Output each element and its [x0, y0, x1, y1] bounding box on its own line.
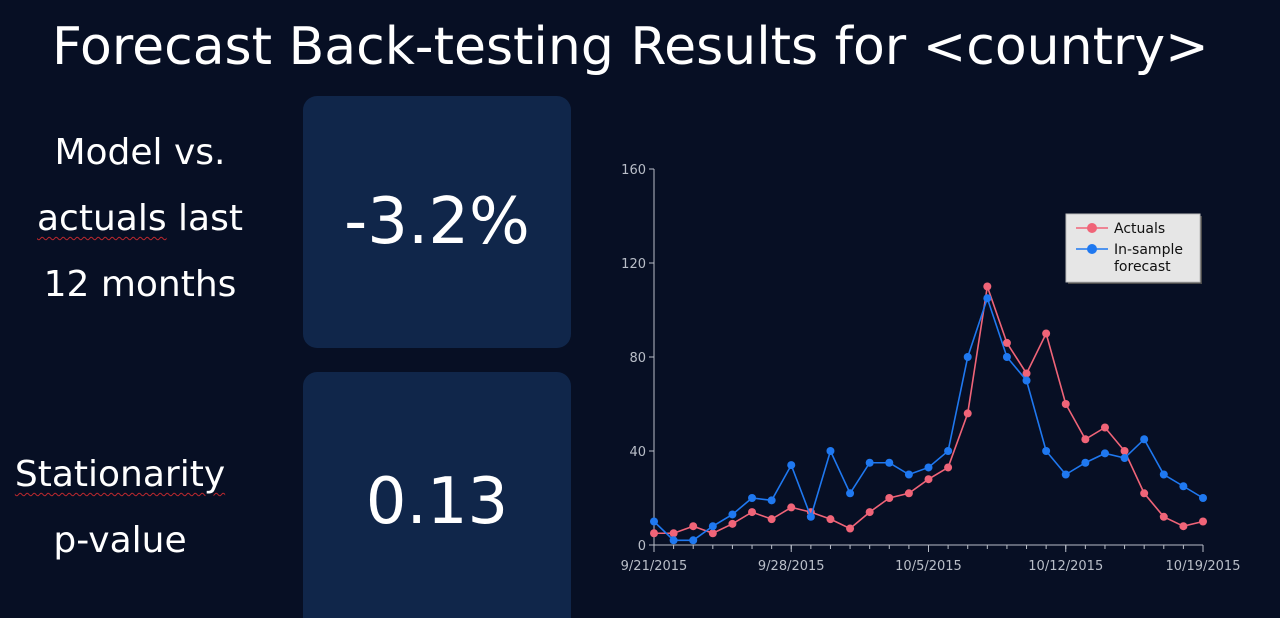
- metric-label-stationarity: Stationarity p-value: [0, 442, 240, 574]
- data-point-1: [1199, 494, 1207, 502]
- data-point-1: [748, 494, 757, 502]
- x-tick-label: 10/5/2015: [895, 559, 962, 574]
- slide: Forecast Back-testing Results for <count…: [0, 0, 1280, 618]
- data-point-0: [650, 529, 658, 538]
- data-point-0: [669, 529, 678, 538]
- data-point-0: [1159, 512, 1168, 521]
- data-point-0: [904, 489, 913, 498]
- data-point-0: [1042, 329, 1051, 338]
- series-line-1: [653, 295, 1204, 542]
- data-point-1: [963, 353, 972, 361]
- y-tick-label: 80: [629, 351, 646, 366]
- data-point-0: [1120, 447, 1129, 455]
- y-tick-label: 120: [621, 257, 646, 272]
- metric-label-line: p-value: [53, 520, 187, 561]
- metric-value: -3.2%: [344, 185, 530, 259]
- y-tick-label: 160: [621, 163, 646, 178]
- data-point-1: [650, 517, 658, 526]
- data-point-1: [826, 447, 835, 455]
- metric-value: 0.13: [365, 465, 509, 539]
- data-point-0: [865, 508, 874, 517]
- data-point-0: [1100, 423, 1109, 432]
- data-point-1: [1002, 353, 1011, 361]
- data-point-0: [1140, 489, 1149, 498]
- data-point-0: [728, 519, 737, 528]
- data-point-1: [924, 463, 933, 472]
- data-point-1: [885, 458, 894, 467]
- data-point-0: [1002, 338, 1011, 347]
- data-point-0: [826, 515, 835, 524]
- data-point-1: [1159, 470, 1168, 479]
- x-tick-label: 9/21/2015: [621, 559, 688, 574]
- metric-label-rest: last: [166, 198, 243, 239]
- legend-swatch-marker: [1087, 244, 1097, 254]
- x-tick-label: 9/28/2015: [758, 559, 825, 574]
- data-point-0: [924, 475, 933, 484]
- data-point-1: [708, 522, 717, 531]
- metric-label-line: Model vs.: [54, 132, 226, 173]
- data-point-0: [944, 463, 953, 472]
- data-point-1: [1100, 449, 1109, 458]
- data-point-0: [708, 529, 717, 538]
- data-point-1: [689, 536, 698, 545]
- data-point-0: [1081, 435, 1090, 444]
- data-point-1: [1179, 482, 1188, 491]
- data-point-0: [767, 515, 776, 524]
- line-chart: 0 40 80 120 160 9/21/2015 9/28/2015 10/5/2015 10…: [621, 163, 1241, 574]
- data-point-1: [1140, 435, 1149, 444]
- data-point-1: [1022, 376, 1031, 385]
- series-line-0: [654, 286, 1204, 535]
- metric-card-stationarity: 0.13: [303, 372, 571, 618]
- data-point-1: [1081, 458, 1090, 467]
- data-point-1: [767, 496, 776, 505]
- data-point-1: [1120, 454, 1129, 463]
- x-tick-label: 10/19/2015: [1166, 559, 1241, 574]
- data-point-1: [669, 536, 678, 545]
- metric-card-model-vs-actuals: -3.2%: [303, 96, 571, 348]
- data-point-1: [944, 447, 953, 455]
- data-point-0: [787, 503, 796, 512]
- data-point-0: [1061, 400, 1070, 408]
- slide-title: Forecast Back-testing Results for <count…: [52, 17, 1209, 77]
- data-point-0: [1199, 517, 1207, 526]
- legend-label: Actuals: [1114, 221, 1165, 237]
- data-point-0: [983, 282, 992, 291]
- data-point-0: [846, 524, 855, 533]
- metric-label-line: 12 months: [43, 264, 237, 305]
- spellcheck-word: actuals: [37, 198, 167, 239]
- data-point-1: [865, 458, 874, 467]
- y-tick-label: 0: [638, 539, 646, 554]
- data-point-0: [689, 522, 698, 531]
- data-point-1: [787, 461, 796, 470]
- data-point-0: [963, 409, 972, 418]
- metric-label-model-vs-actuals: Model vs. actuals last 12 months: [20, 120, 260, 318]
- data-point-1: [728, 510, 737, 519]
- legend-swatch-marker: [1087, 223, 1097, 233]
- data-point-1: [806, 512, 815, 521]
- data-point-0: [748, 508, 757, 517]
- data-point-1: [983, 294, 992, 303]
- data-point-1: [904, 470, 913, 479]
- y-tick-label: 40: [629, 445, 646, 460]
- data-point-1: [846, 489, 855, 498]
- metric-label-line: Stationarity: [14, 454, 226, 495]
- data-point-1: [1042, 447, 1051, 455]
- data-point-0: [885, 494, 894, 502]
- x-tick-label: 10/12/2015: [1028, 559, 1103, 574]
- metric-label-line: actuals last: [20, 186, 260, 252]
- data-point-0: [1179, 522, 1188, 531]
- data-point-1: [1061, 470, 1070, 479]
